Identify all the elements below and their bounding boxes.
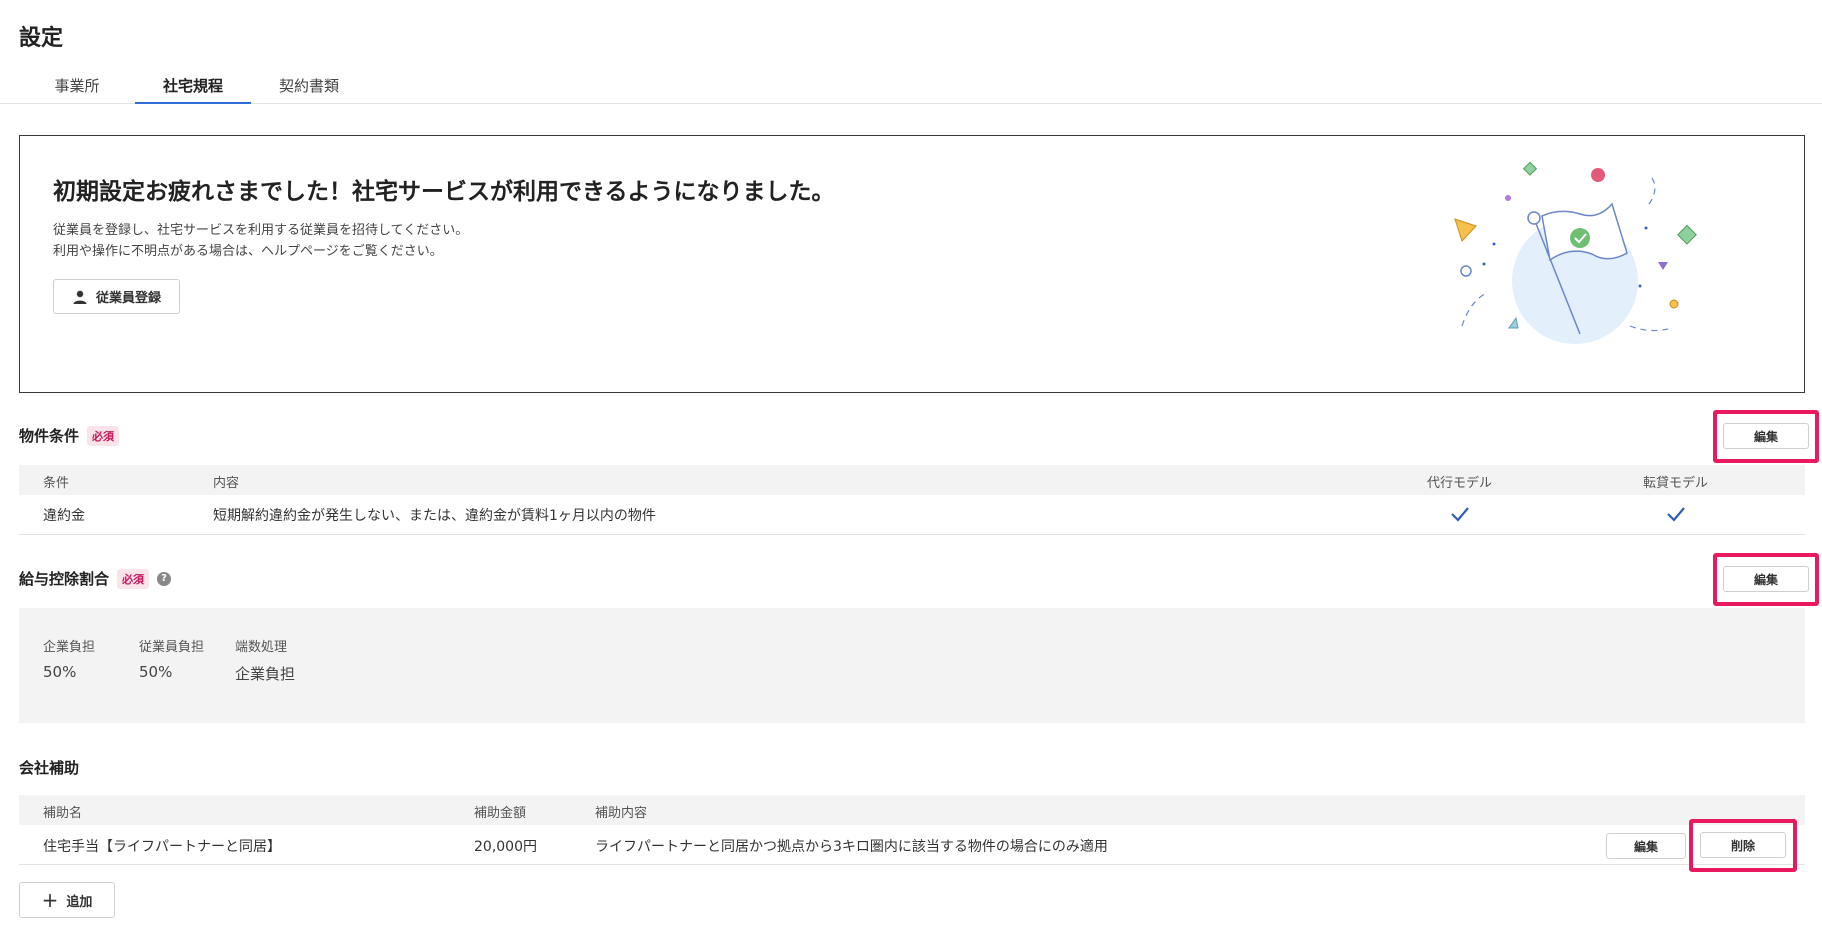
page-title: 設定: [19, 26, 64, 51]
register-employee-label: 従業員登録: [95, 291, 161, 306]
subsidy-amount-cell: 20,000円: [474, 839, 537, 855]
tab-housing-rules[interactable]: 社宅規程: [135, 75, 251, 104]
rounding-label: 端数処理: [235, 640, 288, 655]
rounding-value: 企業負担: [235, 665, 296, 683]
employee-burden-label: 従業員負担: [139, 640, 205, 655]
salary-deduction-edit-button[interactable]: 編集: [1723, 566, 1809, 592]
subsidy-delete-button[interactable]: 削除: [1700, 832, 1786, 858]
celebration-flag-illustration: [1454, 161, 1697, 344]
salary-deduction-label: 給与控除割合: [19, 570, 110, 588]
salary-deduction-title: 給与控除割合 必須 ?: [19, 568, 172, 589]
property-conditions-edit-button[interactable]: 編集: [1723, 423, 1809, 449]
subsidy-content-cell: ライフパートナーと同居かつ拠点から3キロ圏内に該当する物件の場合にのみ適用: [595, 839, 1108, 855]
plus-icon: +: [41, 888, 59, 912]
help-icon[interactable]: ?: [157, 571, 172, 586]
column-header-sublease-model: 転貸モデル: [1643, 476, 1709, 491]
company-subsidy-title: 会社補助: [19, 757, 79, 778]
table-row: 違約金 短期解約違約金が発生しない、または、違約金が賃料1ヶ月以内の物件: [19, 495, 1805, 535]
property-conditions-label: 物件条件: [19, 427, 80, 445]
property-conditions-title: 物件条件 必須: [19, 425, 120, 446]
banner-description-line: 従業員を登録し、社宅サービスを利用する従業員を招待してください。: [53, 223, 469, 238]
salary-deduction-panel: 企業負担 従業員負担 端数処理 50% 50% 企業負担: [19, 608, 1805, 723]
content-cell: 短期解約違約金が発生しない、または、違約金が賃料1ヶ月以内の物件: [213, 508, 656, 524]
company-subsidy-header: 補助名 補助金額 補助内容: [19, 795, 1805, 825]
column-header-content: 内容: [213, 476, 240, 491]
required-badge: 必須: [87, 425, 120, 446]
table-row: 住宅手当【ライフパートナーと同居】 20,000円 ライフパートナーと同居かつ拠…: [19, 825, 1805, 865]
tab-bar: 事業所 社宅規程 契約書類: [0, 68, 1822, 104]
banner-description-line: 利用や操作に不明点がある場合は、ヘルプページをご覧ください。: [53, 244, 443, 259]
employee-burden-value: 50%: [139, 663, 173, 681]
column-header-subsidy-content: 補助内容: [595, 806, 648, 821]
column-header-subsidy-name: 補助名: [43, 806, 83, 821]
person-icon: [73, 290, 87, 304]
setup-complete-banner: 初期設定お疲れさまでした！社宅サービスが利用できるようになりました。 従業員を登…: [19, 135, 1805, 393]
check-icon: [1667, 507, 1685, 522]
property-conditions-header: 条件 内容 代行モデル 転貸モデル: [19, 465, 1805, 495]
company-burden-value: 50%: [43, 663, 77, 681]
required-badge: 必須: [117, 568, 150, 589]
company-burden-label: 企業負担: [43, 640, 96, 655]
add-subsidy-label: 追加: [66, 894, 93, 910]
check-icon: [1451, 507, 1469, 522]
company-subsidy-label: 会社補助: [19, 759, 80, 777]
condition-cell: 違約金: [43, 508, 85, 524]
tab-contract-documents[interactable]: 契約書類: [270, 75, 348, 104]
column-header-agency-model: 代行モデル: [1427, 476, 1493, 491]
subsidy-edit-button[interactable]: 編集: [1606, 833, 1686, 859]
add-subsidy-button[interactable]: + 追加: [19, 882, 115, 918]
banner-description: 従業員を登録し、社宅サービスを利用する従業員を招待してください。 利用や操作に不…: [53, 220, 468, 262]
tab-offices[interactable]: 事業所: [46, 75, 108, 104]
column-header-condition: 条件: [43, 476, 70, 491]
register-employee-button[interactable]: 従業員登録: [53, 279, 180, 314]
banner-title: 初期設定お疲れさまでした！社宅サービスが利用できるようになりました。: [53, 179, 835, 205]
column-header-subsidy-amount: 補助金額: [474, 806, 527, 821]
subsidy-name-cell: 住宅手当【ライフパートナーと同居】: [43, 839, 281, 855]
